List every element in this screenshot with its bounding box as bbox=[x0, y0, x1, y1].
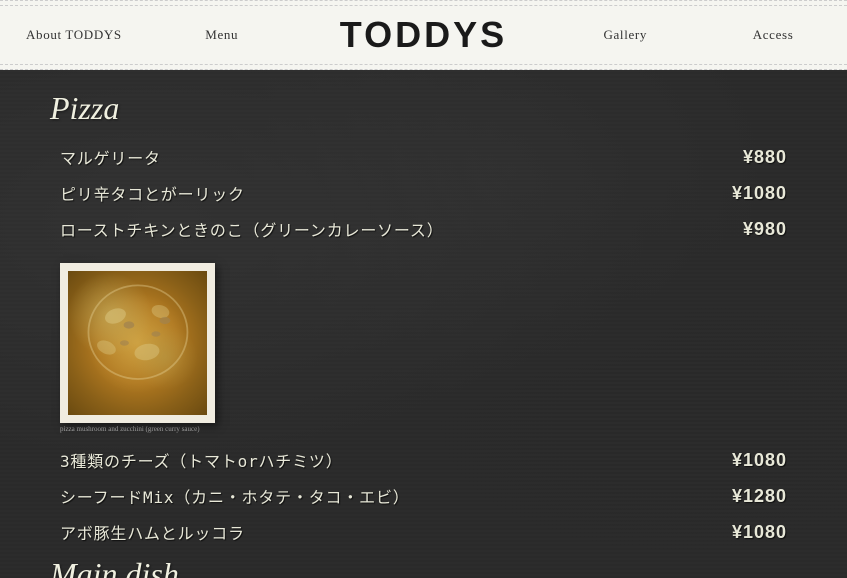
header: About TODDYS Menu TODDYS Gallery Access bbox=[0, 0, 847, 70]
section-title-pizza: Pizza bbox=[50, 90, 797, 127]
section-title-main-dish: Main dish bbox=[50, 556, 797, 578]
pizza-photo-container: pizza mushroom and zucchini (green curry… bbox=[60, 263, 215, 433]
menu-item-name: シーフードMix（カニ・ホタテ・タコ・エビ） bbox=[60, 484, 410, 508]
menu-item: 3種類のチーズ（トマトorハチミツ） ¥1080 bbox=[50, 448, 797, 472]
menu-board: Pizza マルゲリータ ¥880 ピリ辛タコとがーリック ¥1080 ロースト… bbox=[0, 70, 847, 578]
menu-item-name: アボ豚生ハムとルッコラ bbox=[60, 520, 245, 544]
menu-item-price: ¥1280 bbox=[732, 486, 787, 507]
photo-icon bbox=[186, 419, 202, 423]
nav-item-menu[interactable]: Menu bbox=[148, 17, 296, 53]
menu-item-price: ¥1080 bbox=[732, 450, 787, 471]
pizza-image bbox=[60, 263, 215, 423]
nav-item-about[interactable]: About TODDYS bbox=[0, 17, 148, 53]
nav-item-gallery[interactable]: Gallery bbox=[551, 17, 699, 53]
menu-item-name: マルゲリータ bbox=[60, 145, 161, 169]
menu-item-price: ¥980 bbox=[743, 219, 787, 240]
photo-bottom-bar bbox=[68, 415, 207, 423]
menu-item: マルゲリータ ¥880 bbox=[50, 145, 797, 169]
menu-item-name: 3種類のチーズ（トマトorハチミツ） bbox=[60, 448, 343, 472]
site-logo: TODDYS bbox=[296, 14, 552, 56]
menu-item-price: ¥1080 bbox=[732, 522, 787, 543]
menu-item-name: ピリ辛タコとがーリック bbox=[60, 181, 245, 205]
menu-item: シーフードMix（カニ・ホタテ・タコ・エビ） ¥1280 bbox=[50, 484, 797, 508]
menu-item: アボ豚生ハムとルッコラ ¥1080 bbox=[50, 520, 797, 544]
bottom-menu-section: 3種類のチーズ（トマトorハチミツ） ¥1080 シーフードMix（カニ・ホタテ… bbox=[50, 448, 797, 578]
menu-item: ローストチキンときのこ（グリーンカレーソース） ¥980 bbox=[50, 217, 797, 241]
pizza-caption: pizza mushroom and zucchini (green curry… bbox=[60, 425, 215, 433]
menu-item-price: ¥880 bbox=[743, 147, 787, 168]
menu-item-price: ¥1080 bbox=[732, 183, 787, 204]
nav-item-access[interactable]: Access bbox=[699, 17, 847, 53]
menu-item: ピリ辛タコとがーリック ¥1080 bbox=[50, 181, 797, 205]
menu-item-name: ローストチキンときのこ（グリーンカレーソース） bbox=[60, 217, 444, 241]
